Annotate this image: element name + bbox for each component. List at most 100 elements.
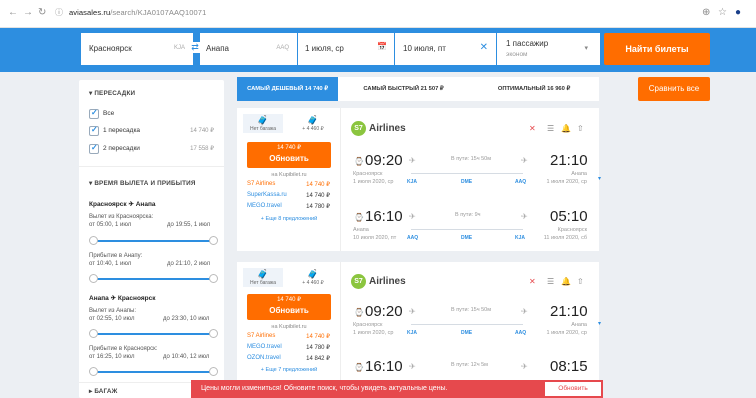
address-bar[interactable]: aviasales.ru/search/KJA0107AAQ10071 [69, 8, 206, 17]
slider-handle-max[interactable] [209, 236, 218, 245]
tab-fastest[interactable]: САМЫЙ БЫСТРЫЙ 21 507 ₽ [338, 77, 469, 101]
leg2-arr-label: Прибытие в Красноярск: [89, 346, 158, 352]
baggage-price-label: + 4 460 ₽ [302, 280, 324, 286]
tab-cheapest[interactable]: САМЫЙ ДЕШЕВЫЙ 14 740 ₽ [237, 77, 338, 101]
close-icon[interactable]: ✕ [529, 124, 536, 133]
slider-handle-max[interactable] [209, 329, 218, 338]
chevron-down-icon: ▾ [584, 45, 588, 52]
slider-handle-min[interactable] [89, 236, 98, 245]
with-baggage-option[interactable]: 🧳 + 4 460 ₽ [293, 268, 333, 287]
baggage-icon: 🧳 [307, 269, 319, 279]
star-icon[interactable]: ☆ [718, 7, 727, 19]
arrival-time: 08:15 [550, 358, 588, 375]
stops-filter-title[interactable]: ▾ ПЕРЕСАДКИ [89, 90, 135, 97]
expand-chevron-icon[interactable]: ▾ [598, 175, 601, 182]
buy-button[interactable]: 14 740 ₽ Обновить [247, 142, 331, 168]
clear-icon[interactable]: ✕ [480, 42, 488, 53]
agent-price: 14 842 ₽ [306, 356, 330, 362]
depart-date-field[interactable]: 1 июля, ср 📅 [298, 33, 394, 65]
reload-icon[interactable]: ↻ [38, 7, 46, 19]
leg2-dep-label: Вылет из Анапы: [89, 308, 137, 314]
agent-link[interactable]: MEGO.travel [247, 203, 282, 209]
agent-link[interactable]: SuperKassa.ru [247, 192, 287, 198]
url-domain: aviasales.ru [69, 8, 111, 17]
slider-handle-max[interactable] [209, 367, 218, 376]
leg1-dep-label: Вылет из Красноярска: [89, 214, 154, 220]
swap-icon[interactable]: ⇄ [190, 42, 200, 53]
time-filter-title[interactable]: ▾ ВРЕМЯ ВЫЛЕТА И ПРИБЫТИЯ [89, 180, 196, 187]
baggage-icon: 🧳 [257, 115, 269, 125]
slider-handle-min[interactable] [89, 329, 98, 338]
with-baggage-option[interactable]: 🧳 + 4 460 ₽ [293, 114, 333, 133]
agent-price: 14 740 ₽ [306, 334, 330, 340]
compare-all-button[interactable]: Сравнить все [638, 77, 710, 101]
departure-date: 1 июля 2020, ср [353, 179, 394, 185]
baggage-filter-title[interactable]: ▸ БАГАЖ [89, 388, 118, 395]
leg1-from: Красноярск [89, 201, 127, 208]
back-icon[interactable]: ← [8, 7, 18, 19]
buy-button[interactable]: 14 740 ₽ Обновить [247, 294, 331, 320]
slider-handle-min[interactable] [89, 367, 98, 376]
tab-optimal[interactable]: ОПТИМАЛЬНЫЙ 16 960 ₽ [469, 77, 599, 101]
slider-handle-min[interactable] [89, 274, 98, 283]
filter-icon[interactable]: ☰ [547, 277, 554, 286]
info-icon[interactable]: ⓘ [55, 7, 63, 19]
return-date-field[interactable]: 10 июля, пт ✕ [395, 33, 496, 65]
refresh-button[interactable]: Обновить [545, 382, 601, 396]
find-tickets-button[interactable]: Найти билеты [604, 33, 710, 65]
airport-code: DME [461, 235, 473, 241]
share-icon[interactable]: ⇧ [577, 124, 584, 133]
agent-link[interactable]: S7 Airlines [247, 333, 275, 339]
baggage-price-label: + 4 460 ₽ [302, 126, 324, 132]
airport-code: KJA [515, 235, 526, 241]
leg2-arr-to: до 10:40, 12 июл [163, 354, 210, 360]
bell-icon[interactable]: 🔔 [561, 124, 571, 133]
airline-label: Airlines [369, 123, 406, 135]
leg1-dep-slider[interactable] [89, 236, 218, 245]
passengers-field[interactable]: 1 пассажир эконом ▾ [497, 33, 600, 65]
leg2-dep-slider[interactable] [89, 329, 218, 338]
departure-city: Красноярск [353, 171, 383, 177]
airport-code: AAQ [515, 179, 527, 185]
divider [79, 166, 224, 167]
buy-label: Обновить [269, 154, 309, 163]
leg2-to: Красноярск [117, 295, 156, 302]
bell-icon[interactable]: 🔔 [561, 277, 571, 286]
checkbox-2-stops[interactable] [89, 143, 99, 154]
leg2-arr-slider[interactable] [89, 367, 218, 376]
agent-link[interactable]: S7 Airlines [247, 181, 275, 187]
baggage-title-text: БАГАЖ [94, 388, 118, 395]
filter-icon[interactable]: ☰ [547, 124, 554, 133]
no-baggage-option[interactable]: 🧳 Нет багажа [243, 268, 283, 287]
destination-field[interactable]: Анапа AAQ [200, 33, 297, 65]
forward-icon[interactable]: → [23, 7, 33, 19]
origin-value: Красноярск [89, 44, 132, 53]
destination-value: Анапа [206, 44, 229, 53]
leg2-title: Анапа ✈ Красноярск [89, 294, 155, 302]
more-offers-link[interactable]: + Еще 8 предложений [237, 216, 341, 222]
checkbox-1-stop[interactable] [89, 125, 99, 136]
expand-chevron-icon[interactable]: ▾ [598, 320, 601, 327]
no-baggage-option[interactable]: 🧳 Нет багажа [243, 114, 283, 133]
stops-all-label: Все [103, 110, 115, 117]
buy-price: 14 740 ₽ [277, 297, 301, 303]
plane-takeoff-icon: ✈ [409, 156, 416, 165]
checkbox-all[interactable] [89, 108, 99, 119]
leg2-dep-from: от 02:55, 10 июл [89, 316, 135, 322]
share-icon[interactable]: ⇧ [577, 277, 584, 286]
agent-link[interactable]: OZON.travel [247, 355, 281, 361]
leg1-dep-to: до 19:55, 1 июл [167, 222, 211, 228]
close-icon[interactable]: ✕ [529, 277, 536, 286]
leg1-arr-slider[interactable] [89, 274, 218, 283]
agent-price: 14 780 ₽ [306, 204, 330, 210]
clock-icon: ⌚ [354, 363, 364, 372]
ticket-offer-panel: 🧳 Нет багажа 🧳 + 4 460 ₽ 14 740 ₽ Обнови… [237, 262, 341, 380]
slider-handle-max[interactable] [209, 274, 218, 283]
sort-tabs: САМЫЙ ДЕШЕВЫЙ 14 740 ₽ САМЫЙ БЫСТРЫЙ 21 … [237, 77, 599, 101]
calendar-icon[interactable]: 📅 [377, 42, 387, 51]
agent-link[interactable]: MEGO.travel [247, 344, 282, 350]
zoom-icon[interactable]: ⊕ [702, 7, 710, 19]
origin-field[interactable]: Красноярск KJA [81, 33, 193, 65]
more-offers-link[interactable]: + Еще 7 предложений [237, 367, 341, 373]
profile-icon[interactable]: ● [735, 7, 741, 19]
